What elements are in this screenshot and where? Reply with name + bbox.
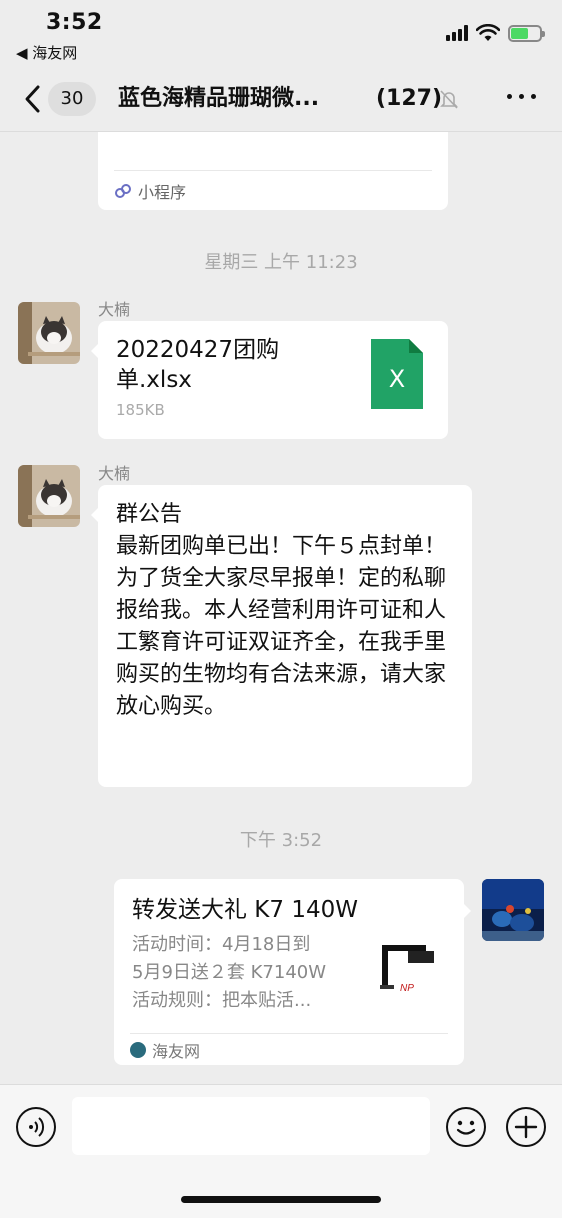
- chat-message-list[interactable]: 小程序 星期三 上午 11:23 大楠 20220427团购单.xlsx 185…: [0, 132, 562, 1084]
- link-card-message[interactable]: 转发送大礼 K7 140W 活动时间：4月18日到 5月9日送２套 K7140W…: [114, 879, 471, 1065]
- battery-level: [511, 27, 528, 39]
- message-input[interactable]: [72, 1097, 430, 1155]
- file-message[interactable]: 20220427团购单.xlsx 185KB X: [91, 321, 448, 439]
- back-chevron-icon[interactable]: [22, 84, 44, 114]
- group-notice-message[interactable]: 群公告 最新团购单已出！下午５点封单！为了货全大家尽早报单！定的私聊报给我。本人…: [91, 485, 472, 787]
- status-bar: 3:52 ◀ 海友网: [0, 0, 562, 70]
- more-actions-button[interactable]: [506, 1107, 546, 1147]
- avatar[interactable]: [18, 465, 80, 527]
- mute-bell-icon: [440, 90, 458, 109]
- avatar[interactable]: [18, 302, 80, 364]
- plus-icon: [514, 1115, 538, 1139]
- chat-nav-bar: 30 蓝色海精品珊瑚微... (127): [0, 70, 562, 132]
- voice-icon: [29, 1117, 45, 1137]
- site-logo-icon: [130, 1041, 146, 1058]
- home-indicator[interactable]: [181, 1196, 381, 1203]
- status-icons: [446, 24, 545, 42]
- link-desc-line: 活动规则：把本贴活...: [132, 990, 312, 1011]
- notice-body: 最新团购单已出！下午５点封单！为了货全大家尽早报单！定的私聊报给我。本人经营利用…: [116, 534, 447, 719]
- notice-title: 群公告: [116, 502, 183, 527]
- mini-program-footer: 小程序: [114, 170, 432, 210]
- link-source-footer: 海友网: [130, 1033, 448, 1065]
- back-to-app-link[interactable]: ◀ 海友网: [16, 42, 77, 63]
- more-options-icon[interactable]: [507, 94, 536, 99]
- link-desc-line: 活动时间：4月18日到: [132, 934, 311, 955]
- mini-program-card[interactable]: 小程序: [98, 132, 448, 210]
- sender-name: 大楠: [98, 464, 131, 483]
- cellular-signal-icon: [446, 25, 468, 41]
- message-timestamp: 下午 3:52: [239, 830, 323, 851]
- emoji-icon: [456, 1120, 476, 1135]
- aquarium-avatar-image: [482, 879, 544, 941]
- mini-program-icon: [115, 183, 131, 198]
- message-timestamp: 星期三 上午 11:23: [204, 252, 358, 273]
- cat-avatar-image: [18, 465, 80, 527]
- file-size: 185KB: [116, 401, 165, 419]
- sender-name: 大楠: [98, 300, 131, 319]
- link-desc-line: 5月9日送２套 K7140W: [132, 962, 327, 983]
- link-description: 活动时间：4月18日到 5月9日送２套 K7140W 活动规则：把本贴活...: [132, 931, 354, 1015]
- mini-program-label: 小程序: [138, 182, 187, 202]
- unread-count-badge[interactable]: 30: [48, 82, 96, 116]
- emoji-button[interactable]: [446, 1107, 486, 1147]
- battery-icon: [508, 24, 545, 42]
- status-time: 3:52: [46, 10, 103, 35]
- svg-text:NP: NP: [400, 983, 414, 994]
- chat-title: 蓝色海精品珊瑚微...: [118, 86, 320, 111]
- link-title: 转发送大礼 K7 140W: [132, 897, 358, 923]
- member-count: (127): [376, 86, 443, 111]
- wifi-icon: [476, 24, 500, 41]
- link-source: 海友网: [152, 1041, 201, 1061]
- cat-avatar-image: [18, 302, 80, 364]
- lamp-product-thumbnail: NP: [376, 937, 448, 1009]
- my-avatar[interactable]: [482, 879, 544, 941]
- file-name: 20220427团购单.xlsx: [116, 337, 280, 393]
- voice-input-button[interactable]: [16, 1107, 56, 1147]
- excel-letter: X: [388, 365, 406, 393]
